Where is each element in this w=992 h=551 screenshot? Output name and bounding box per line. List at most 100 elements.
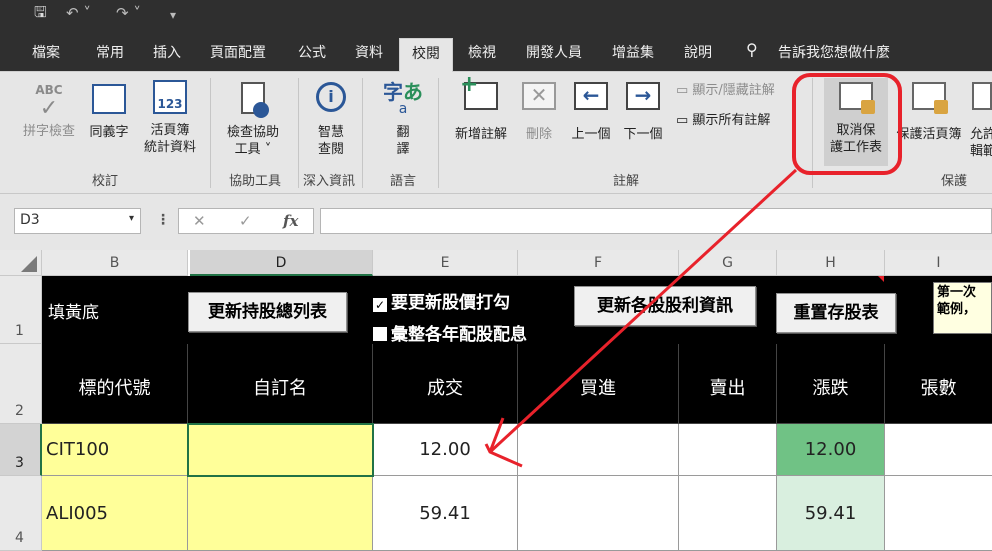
next-comment-button[interactable]: → 下一個 bbox=[618, 82, 668, 143]
thesaurus-button[interactable]: 同義字 bbox=[84, 82, 134, 141]
cell-h3[interactable]: 12.00 bbox=[777, 424, 885, 476]
accessibility-icon bbox=[241, 82, 269, 118]
cell-g4[interactable] bbox=[679, 476, 777, 551]
show-hide-comment-icon: ▭ bbox=[676, 83, 693, 98]
lightbulb-icon: ⚲ bbox=[746, 40, 758, 59]
redo-icon[interactable]: ↷ ˅ bbox=[116, 4, 141, 22]
column-header-b[interactable]: B bbox=[42, 250, 188, 276]
header-code: 標的代號 bbox=[42, 344, 188, 424]
cell-i3[interactable] bbox=[885, 424, 992, 476]
cell-f3[interactable] bbox=[518, 424, 679, 476]
group-separator bbox=[438, 78, 439, 188]
tab-page-layout[interactable]: 頁面配置 bbox=[210, 42, 266, 62]
fill-yellow-label: 填黃底 bbox=[48, 303, 99, 323]
cell-d4[interactable] bbox=[188, 476, 373, 551]
cell-b4[interactable]: ALI005 bbox=[42, 476, 188, 551]
statistics-icon: 123 bbox=[153, 80, 187, 114]
row-header-3[interactable]: 3 bbox=[0, 424, 42, 476]
tab-data[interactable]: 資料 bbox=[355, 42, 383, 62]
unprotect-sheet-button[interactable]: 取消保 護工作表 bbox=[824, 78, 888, 166]
next-comment-icon: → bbox=[626, 82, 660, 110]
tab-addins[interactable]: 增益集 bbox=[612, 42, 654, 62]
header-buy: 買進 bbox=[518, 344, 679, 424]
spelling-button[interactable]: ABC ✓ 拼字檢查 bbox=[18, 82, 80, 140]
tab-review[interactable]: 校閱 bbox=[399, 38, 453, 72]
group-label-proofing: 校訂 bbox=[91, 174, 118, 189]
translate-button[interactable]: 字あ a 翻 譯 bbox=[378, 82, 428, 158]
function-icon[interactable]: fx bbox=[283, 212, 298, 230]
ribbon: ABC ✓ 拼字檢查 同義字 123 活頁簿 統計資料 校訂 檢查協助 工具 ˅… bbox=[0, 72, 992, 194]
enter-icon[interactable]: ✓ bbox=[239, 212, 252, 230]
smart-lookup-button[interactable]: i 智慧 查閱 bbox=[304, 82, 358, 158]
update-dividend-info-button[interactable]: 更新各股股利資訊 bbox=[574, 286, 756, 326]
tab-file[interactable]: 檔案 bbox=[32, 42, 60, 62]
tab-formulas[interactable]: 公式 bbox=[298, 42, 326, 62]
column-header-e[interactable]: E bbox=[373, 250, 518, 276]
formula-input[interactable] bbox=[320, 208, 992, 234]
tab-insert[interactable]: 插入 bbox=[153, 42, 181, 62]
update-price-checkbox[interactable]: ✓ 要更新股價打勾 bbox=[373, 288, 510, 313]
cell-f4[interactable] bbox=[518, 476, 679, 551]
column-header-h[interactable]: H bbox=[777, 250, 885, 276]
column-header-f[interactable]: F bbox=[518, 250, 679, 276]
group-label-language: 語言 bbox=[389, 174, 416, 189]
new-comment-icon: + bbox=[460, 74, 498, 110]
column-header-d[interactable]: D bbox=[190, 250, 373, 276]
cell-i4[interactable] bbox=[885, 476, 992, 551]
header-sell: 賣出 bbox=[679, 344, 777, 424]
delete-comment-icon: ✕ bbox=[522, 82, 556, 110]
group-label-comments: 註解 bbox=[612, 174, 639, 189]
allow-edit-ranges-icon bbox=[972, 82, 992, 110]
group-label-protect: 保護 bbox=[940, 174, 967, 189]
row-header-1[interactable]: 1 bbox=[0, 276, 42, 344]
tab-help[interactable]: 說明 bbox=[684, 42, 712, 62]
more-options-icon[interactable]: ⋮ bbox=[156, 212, 170, 228]
cancel-icon[interactable]: ✕ bbox=[193, 212, 206, 230]
cell-e4[interactable]: 59.41 bbox=[373, 476, 518, 551]
group-separator bbox=[812, 78, 813, 188]
formula-bar: D3 ▾ ⋮ ✕ ✓ fx bbox=[0, 194, 992, 250]
reset-stock-sheet-button[interactable]: 重置存股表 bbox=[776, 293, 896, 333]
row-header-4[interactable]: 4 bbox=[0, 476, 42, 551]
smart-lookup-icon: i bbox=[316, 82, 346, 112]
cell-d3[interactable] bbox=[188, 424, 373, 476]
header-custom-name: 自訂名 bbox=[188, 344, 373, 424]
check-accessibility-button[interactable]: 檢查協助 工具 ˅ bbox=[218, 82, 288, 158]
allow-edit-ranges-button[interactable]: 允許 輯範 bbox=[966, 82, 992, 160]
cell-h4[interactable]: 59.41 bbox=[777, 476, 885, 551]
cell-g3[interactable] bbox=[679, 424, 777, 476]
group-separator bbox=[210, 78, 211, 188]
protect-workbook-button[interactable]: 保護活頁簿 bbox=[892, 82, 966, 143]
row-header-2[interactable]: 2 bbox=[0, 344, 42, 424]
name-box[interactable]: D3 ▾ bbox=[14, 208, 141, 234]
cell-e3[interactable]: 12.00 bbox=[373, 424, 518, 476]
customize-icon[interactable]: ▾ bbox=[170, 8, 176, 22]
header-change: 漲跌 bbox=[777, 344, 885, 424]
header-price: 成交 bbox=[373, 344, 518, 424]
select-all-corner[interactable] bbox=[0, 250, 42, 276]
check-mark-icon: ✓ bbox=[39, 96, 59, 121]
tell-me-search[interactable]: 告訴我您想做什麼 bbox=[778, 42, 890, 62]
delete-comment-button[interactable]: ✕ 刪除 bbox=[516, 82, 562, 143]
show-hide-comment-button[interactable]: ▭ 顯示/隱藏註解 bbox=[676, 82, 775, 99]
workbook-statistics-button[interactable]: 123 活頁簿 統計資料 bbox=[140, 80, 200, 156]
update-holdings-list-button[interactable]: 更新持股總列表 bbox=[188, 292, 347, 332]
show-all-comments-button[interactable]: ▭ 顯示所有註解 bbox=[676, 112, 770, 129]
previous-comment-icon: ← bbox=[574, 82, 608, 110]
ribbon-tabs: 檔案 常用 插入 頁面配置 公式 資料 校閱 檢視 開發人員 增益集 說明 ⚲ … bbox=[0, 30, 992, 72]
cell-b3[interactable]: CIT100 bbox=[42, 424, 188, 476]
summarize-dividends-checkbox[interactable]: 彙整各年配股配息 bbox=[373, 320, 527, 345]
tab-home[interactable]: 常用 bbox=[96, 42, 124, 62]
new-comment-button[interactable]: + 新增註解 bbox=[448, 74, 514, 143]
tab-developer[interactable]: 開發人員 bbox=[526, 42, 582, 62]
previous-comment-button[interactable]: ← 上一個 bbox=[566, 82, 616, 143]
checkbox-icon bbox=[373, 327, 387, 341]
tab-view[interactable]: 檢視 bbox=[468, 42, 496, 62]
formula-buttons: ✕ ✓ fx bbox=[178, 208, 314, 234]
save-icon[interactable]: 🖫 bbox=[34, 2, 47, 27]
quick-access-toolbar: 🖫 ↶ ˅ ↷ ˅ ▾ bbox=[0, 0, 992, 30]
column-header-g[interactable]: G bbox=[679, 250, 777, 276]
protect-workbook-icon bbox=[912, 82, 948, 114]
column-header-i[interactable]: I bbox=[885, 250, 992, 276]
undo-icon[interactable]: ↶ ˅ bbox=[66, 4, 91, 22]
